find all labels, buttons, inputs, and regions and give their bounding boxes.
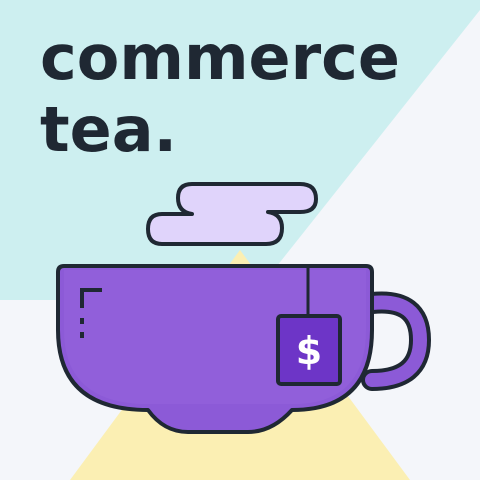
mug-handle [361, 291, 432, 391]
commerce-tea-artwork: commerce tea. $ [0, 0, 480, 480]
dollar-sign-label: $ [295, 329, 323, 373]
tea-mug-icon [56, 182, 432, 434]
steam-cloud-icon [146, 182, 318, 246]
